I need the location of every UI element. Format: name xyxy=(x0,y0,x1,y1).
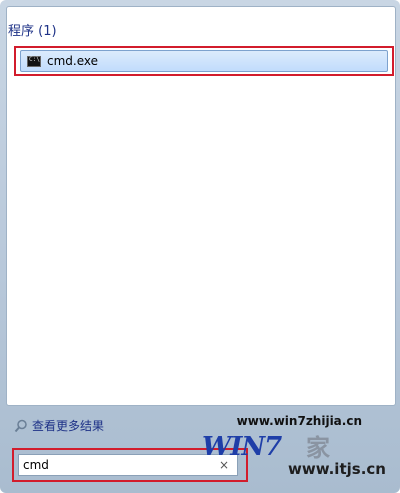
see-more-label: 查看更多结果 xyxy=(32,419,105,433)
search-input[interactable] xyxy=(19,457,215,473)
watermark: www.win7zhijia.cn WIN7 家 www.itjs.cn xyxy=(202,414,388,488)
start-menu-search-panel: 程序 (1) C:\ cmd.exe 查看更多结果 × www.win7zhij… xyxy=(0,0,400,493)
watermark-url-top: www.win7zhijia.cn xyxy=(236,414,362,428)
see-more-results-link[interactable]: 查看更多结果 xyxy=(14,417,104,434)
search-icon xyxy=(14,419,27,432)
search-box[interactable]: × xyxy=(18,454,238,476)
clear-search-button[interactable]: × xyxy=(219,458,229,472)
watermark-cn-text: 家 xyxy=(306,434,330,462)
cmd-icon: C:\ xyxy=(27,55,41,67)
results-group-header: 程序 (1) xyxy=(8,24,57,39)
result-item-cmd[interactable]: C:\ cmd.exe xyxy=(20,50,388,72)
result-item-label: cmd.exe xyxy=(47,54,99,68)
watermark-url-bottom: www.itjs.cn xyxy=(288,460,386,478)
